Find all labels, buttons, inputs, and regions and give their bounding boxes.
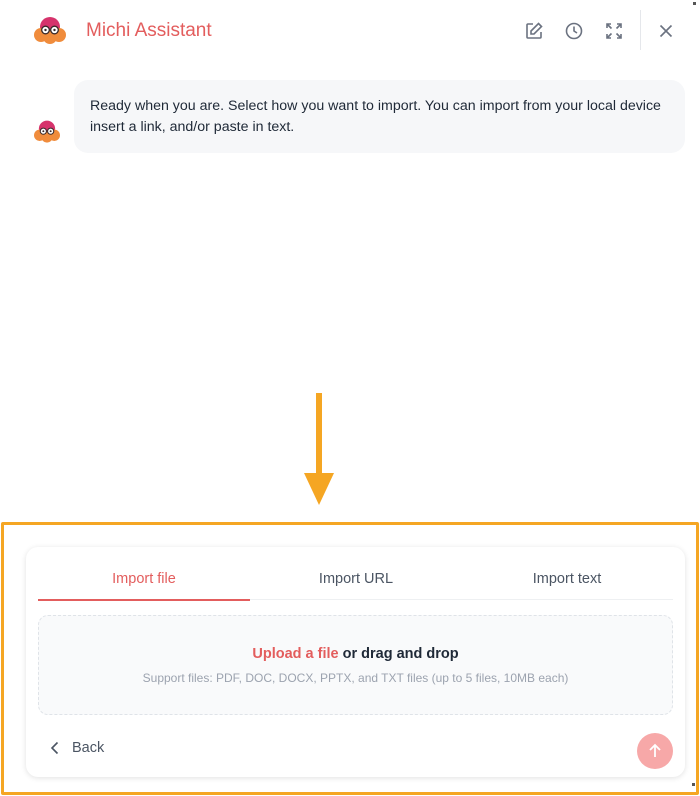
edit-icon [526,22,543,39]
history-icon [565,22,583,40]
close-icon [659,24,673,38]
assistant-title: Michi Assistant [86,20,212,41]
back-button[interactable]: Back [50,737,104,759]
header-divider [640,10,641,50]
dropzone-prompt: Upload a file or drag and drop [39,646,672,662]
expand-icon [606,23,622,39]
edit-button[interactable] [521,18,547,44]
send-button[interactable] [637,733,673,769]
corner-marker [693,2,696,5]
tab-import-url[interactable]: Import URL [250,561,462,599]
assistant-message-bubble: Ready when you are. Select how you want … [74,80,685,153]
back-label: Back [72,740,105,756]
import-panel: Import file Import URL Import text Uploa… [26,547,685,777]
import-tabs: Import file Import URL Import text [38,561,673,601]
supported-files-text: Support files: PDF, DOC, DOCX, PPTX, and… [142,671,569,685]
chat-header: Michi Assistant [0,0,700,62]
expand-button[interactable] [601,18,627,44]
michi-logo-icon [34,17,66,44]
arrow-up-icon [649,743,661,757]
close-button[interactable] [653,18,679,44]
drag-drop-text: or drag and drop [338,646,459,662]
chevron-left-icon [50,741,59,755]
upload-file-link[interactable]: Upload a file [252,646,338,662]
history-button[interactable] [561,18,587,44]
annotation-arrow-icon [304,393,334,505]
assistant-message-text: Ready when you are. Select how you want … [90,98,661,135]
tab-import-text[interactable]: Import text [461,561,673,599]
assistant-avatar-icon [34,120,60,143]
file-dropzone[interactable]: Upload a file or drag and drop Support f… [38,615,673,715]
corner-marker [692,783,695,786]
tab-import-file[interactable]: Import file [38,561,250,601]
